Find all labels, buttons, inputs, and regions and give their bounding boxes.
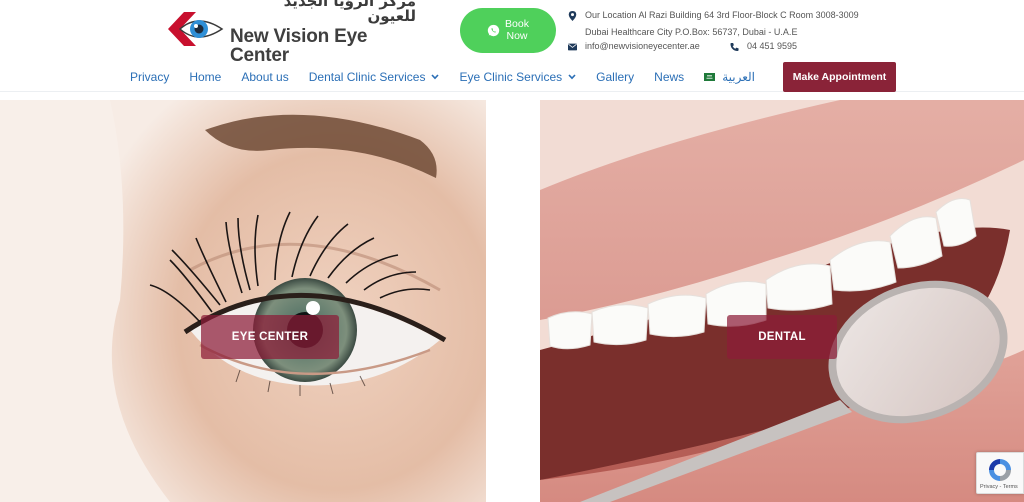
- nav-item-home[interactable]: Home: [189, 70, 221, 84]
- make-appointment-button[interactable]: Make Appointment: [783, 62, 896, 92]
- nav-item-gallery[interactable]: Gallery: [596, 70, 634, 84]
- phone-row[interactable]: 04 451 9595: [730, 41, 797, 52]
- address-line-2: Dubai Healthcare City P.O.Box: 56737, Du…: [585, 27, 798, 37]
- recaptcha-icon: [989, 459, 1011, 481]
- address-line-1: Our Location Al Razi Building 64 3rd Flo…: [585, 10, 859, 20]
- whatsapp-icon: [487, 24, 500, 37]
- site-header: مركز الرؤيا الجديد للعيون New Vision Eye…: [0, 0, 1024, 92]
- eye-logo-icon: [168, 12, 224, 46]
- book-now-label: Book Now: [505, 19, 529, 41]
- envelope-icon: [568, 43, 577, 51]
- eye-center-panel[interactable]: [0, 100, 486, 502]
- nav-item-news[interactable]: News: [654, 70, 684, 84]
- main-nav: Privacy Home About us Dental Clinic Serv…: [130, 68, 775, 86]
- logo-text: مركز الرؤيا الجديد للعيون New Vision Eye…: [230, 0, 416, 65]
- recaptcha-links[interactable]: Privacy - Terms: [980, 484, 1018, 490]
- nav-label-privacy: Privacy: [130, 70, 170, 84]
- phone-number[interactable]: 04 451 9595: [747, 41, 797, 51]
- nav-item-about-us[interactable]: About us: [241, 70, 288, 84]
- book-now-button[interactable]: Book Now: [460, 8, 556, 53]
- site-logo[interactable]: مركز الرؤيا الجديد للعيون New Vision Eye…: [166, 0, 416, 65]
- address-row: Our Location Al Razi Building 64 3rd Flo…: [568, 10, 898, 41]
- logo-arabic-name: مركز الرؤيا الجديد للعيون: [283, 0, 416, 25]
- eye-center-button[interactable]: EYE CENTER: [201, 315, 339, 359]
- dental-button[interactable]: DENTAL: [727, 315, 837, 359]
- nav-item-eye-clinic-services[interactable]: Eye Clinic Services: [459, 70, 576, 84]
- chevron-down-icon: [431, 74, 440, 80]
- logo-english-name: New Vision Eye Center: [230, 25, 368, 66]
- email-link[interactable]: info@newvisioneyecenter.ae: [585, 41, 700, 51]
- nav-label-arabic: العربية: [722, 70, 755, 84]
- phone-icon: [730, 42, 739, 52]
- nav-label-home: Home: [189, 70, 222, 84]
- dental-panel[interactable]: [540, 100, 1024, 502]
- nav-item-arabic[interactable]: العربية: [704, 70, 755, 84]
- nav-label-about-us: About us: [241, 70, 289, 84]
- chevron-down-icon: [568, 74, 576, 80]
- saudi-flag-icon: [704, 73, 716, 81]
- recaptcha-badge[interactable]: Privacy - Terms: [976, 452, 1024, 494]
- nav-label-news: News: [654, 70, 685, 84]
- contact-info: Our Location Al Razi Building 64 3rd Flo…: [568, 0, 898, 60]
- nav-label-dental-clinic-services: Dental Clinic Services: [308, 70, 426, 84]
- email-row[interactable]: info@newvisioneyecenter.ae: [568, 41, 700, 52]
- book-now-line2: Now: [506, 29, 528, 42]
- book-now-line1: Book: [505, 18, 529, 31]
- teeth-closeup-image: [540, 100, 1024, 502]
- nav-item-dental-clinic-services[interactable]: Dental Clinic Services: [309, 70, 440, 84]
- nav-label-eye-clinic-services: Eye Clinic Services: [459, 70, 563, 84]
- location-pin-icon: [568, 11, 577, 21]
- address-lines: Our Location Al Razi Building 64 3rd Flo…: [585, 7, 859, 41]
- eye-closeup-image: [0, 100, 486, 502]
- nav-item-privacy[interactable]: Privacy: [130, 70, 169, 84]
- nav-label-gallery: Gallery: [596, 70, 635, 84]
